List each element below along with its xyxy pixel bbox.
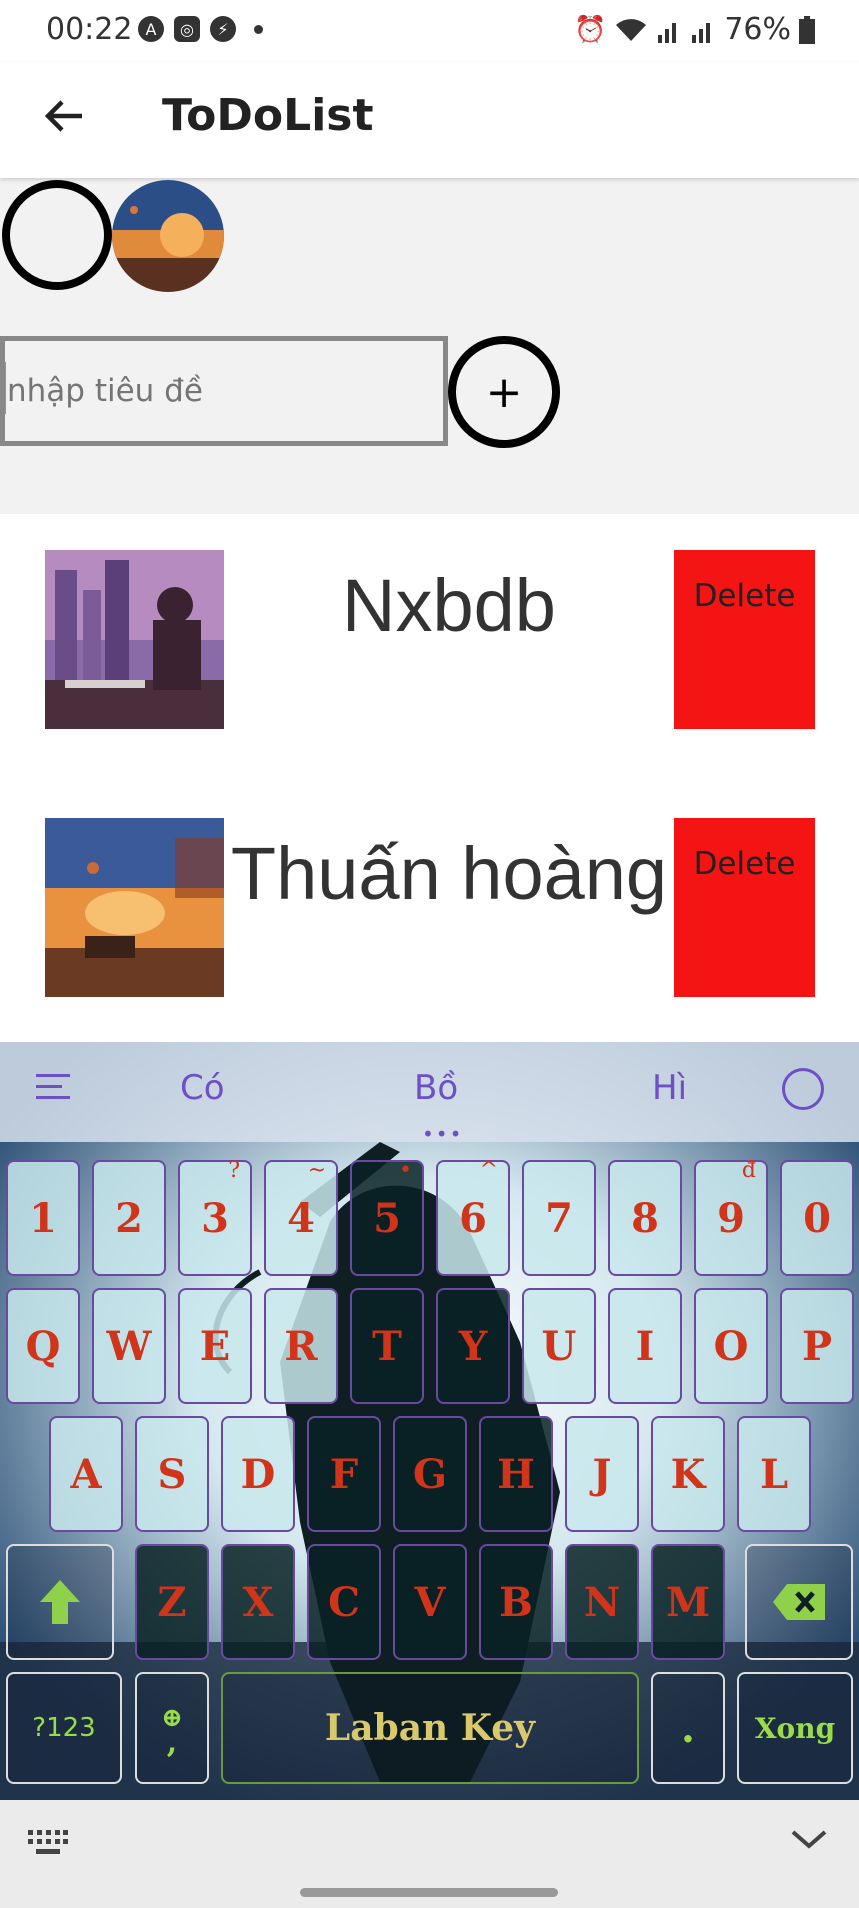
emoji-icon[interactable] [782, 1068, 824, 1110]
app-bar: ToDoList [0, 62, 859, 178]
key-b[interactable]: B [479, 1544, 553, 1660]
key-a[interactable]: A [49, 1416, 123, 1532]
key-h[interactable]: H [479, 1416, 553, 1532]
todo-image [45, 550, 224, 729]
shift-key[interactable] [6, 1544, 114, 1660]
page-title: ToDoList [162, 90, 374, 141]
plus-icon: + [485, 366, 523, 418]
instagram-icon: ◎ [174, 16, 200, 42]
signal-icon [658, 22, 677, 43]
battery-percent: 76% [724, 12, 791, 47]
key-c[interactable]: C [307, 1544, 381, 1660]
backspace-icon [773, 1584, 825, 1620]
key-p[interactable]: P [780, 1288, 854, 1404]
menu-icon[interactable] [36, 1072, 74, 1102]
key-r[interactable]: R [264, 1288, 338, 1404]
key-j[interactable]: J [565, 1416, 639, 1532]
key-4[interactable]: ~4 [264, 1158, 338, 1276]
more-notifications-icon [254, 24, 263, 34]
key-3[interactable]: ? 3 [178, 1158, 252, 1276]
key-1[interactable]: 1 [6, 1160, 80, 1276]
suggestion-2[interactable]: Bồ [414, 1068, 458, 1108]
todo-item: Thuấn hoàng Delete [0, 818, 859, 998]
chevron-down-icon[interactable] [789, 1826, 829, 1852]
symbols-key[interactable]: ?123 [6, 1672, 122, 1784]
key-z[interactable]: Z [135, 1544, 209, 1660]
key-t[interactable]: T [350, 1288, 424, 1404]
image-placeholder-circle[interactable] [2, 180, 112, 290]
key-l[interactable]: L [737, 1416, 811, 1532]
navigation-bar [0, 1800, 859, 1908]
title-input-box[interactable] [0, 336, 448, 446]
key-2[interactable]: 2 [92, 1160, 166, 1276]
back-button[interactable] [40, 92, 88, 140]
key-i[interactable]: I [608, 1288, 682, 1404]
delete-button[interactable]: Delete [674, 550, 815, 729]
shift-arrow-icon [40, 1580, 80, 1624]
key-o[interactable]: O [694, 1288, 768, 1404]
key-w[interactable]: W [92, 1288, 166, 1404]
keyboard-switch-icon[interactable] [28, 1830, 68, 1856]
key-x[interactable]: X [221, 1544, 295, 1660]
key-k[interactable]: K [651, 1416, 725, 1532]
key-8[interactable]: 8 [608, 1160, 682, 1276]
key-7[interactable]: 7 [522, 1160, 596, 1276]
todo-item: Nxbdb Delete [0, 550, 859, 730]
suggestion-bar: Có Bồ ••• Hì [0, 1042, 859, 1146]
suggestion-1[interactable]: Có [180, 1068, 225, 1108]
notification-icons: A ◎ ⚡ [138, 16, 263, 42]
suggestion-3[interactable]: Hì [652, 1068, 687, 1108]
todo-image [45, 818, 224, 997]
key-m[interactable]: M [651, 1544, 725, 1660]
key-q[interactable]: Q [6, 1288, 80, 1404]
key-e[interactable]: E [178, 1288, 252, 1404]
wifi-icon [616, 18, 647, 41]
key-f[interactable]: F [307, 1416, 381, 1532]
key-9[interactable]: đ9 [694, 1158, 768, 1276]
space-key[interactable]: Laban Key [221, 1672, 639, 1784]
selected-image-avatar[interactable] [112, 180, 224, 292]
done-key[interactable]: Xong [737, 1672, 853, 1784]
backspace-key[interactable] [745, 1544, 853, 1660]
key-n[interactable]: N [565, 1544, 639, 1660]
title-input[interactable] [5, 341, 443, 441]
todo-list: Nxbdb Delete Thuấn hoàng Delete [0, 514, 859, 1042]
app-notification-icon: A [138, 16, 164, 42]
key-s[interactable]: S [135, 1416, 209, 1532]
messenger-icon: ⚡ [210, 16, 236, 42]
todo-title: Nxbdb [342, 563, 556, 647]
todo-title: Thuấn hoàng [230, 831, 668, 915]
signal-icon-2 [692, 22, 711, 43]
language-comma-key[interactable]: ⊕ , [135, 1672, 209, 1784]
key-u[interactable]: U [522, 1288, 596, 1404]
key-v[interactable]: V [393, 1544, 467, 1660]
key-6[interactable]: ^ 6 [436, 1158, 510, 1276]
period-key[interactable]: . [651, 1672, 725, 1784]
status-right: ⏰ 76% [574, 12, 815, 47]
status-bar: 00:22 A ◎ ⚡ ⏰ 76% [0, 0, 859, 62]
key-d[interactable]: D [221, 1416, 295, 1532]
add-button[interactable]: + [448, 336, 560, 448]
more-suggestions-icon[interactable]: ••• [422, 1122, 463, 1146]
key-5[interactable]: • 5 [350, 1158, 424, 1276]
arrow-left-icon [44, 100, 82, 132]
key-y[interactable]: Y [436, 1288, 510, 1404]
key-g[interactable]: G [393, 1416, 467, 1532]
home-indicator[interactable] [300, 1888, 558, 1897]
battery-icon [799, 15, 815, 44]
delete-button[interactable]: Delete [674, 818, 815, 997]
alarm-icon: ⏰ [573, 14, 607, 45]
keyboard: Có Bồ ••• Hì 1 2 ? 3 ~4 • 5 ^ 6 7 8 đ9 0 Q … [0, 1042, 859, 1800]
status-time: 00:22 [46, 12, 133, 47]
key-0[interactable]: 0 [780, 1160, 854, 1276]
